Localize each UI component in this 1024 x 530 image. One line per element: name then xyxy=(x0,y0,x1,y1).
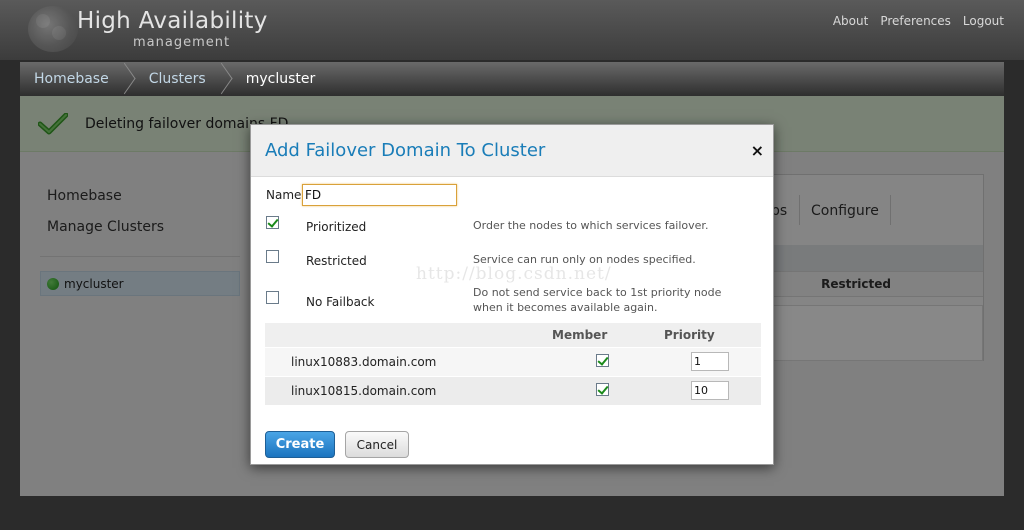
create-button[interactable]: Create xyxy=(265,431,335,458)
node-name: linux10815.domain.com xyxy=(291,384,437,398)
node-name: linux10883.domain.com xyxy=(291,355,437,369)
breadcrumb-separator xyxy=(220,62,232,96)
prioritized-description: Order the nodes to which services failov… xyxy=(473,219,709,232)
app-subtitle: management xyxy=(133,35,231,50)
breadcrumb-current: mycluster xyxy=(245,71,316,87)
restricted-checkbox[interactable] xyxy=(266,250,279,263)
restricted-label: Restricted xyxy=(306,254,367,268)
prioritized-label: Prioritized xyxy=(306,220,367,234)
preferences-link[interactable]: Preferences xyxy=(880,14,951,28)
top-banner: High Availability management About Prefe… xyxy=(0,0,1024,60)
cancel-button[interactable]: Cancel xyxy=(345,431,409,458)
about-link[interactable]: About xyxy=(833,14,868,28)
breadcrumb-homebase[interactable]: Homebase xyxy=(20,62,123,96)
top-links: About Preferences Logout xyxy=(833,14,1004,28)
watermark-text: http://blog.csdn.net/ xyxy=(416,264,612,284)
member-checkbox[interactable] xyxy=(596,383,609,396)
breadcrumb-clusters[interactable]: Clusters xyxy=(135,62,220,96)
add-failover-domain-dialog: Add Failover Domain To Cluster × Name Pr… xyxy=(250,124,774,465)
name-label: Name xyxy=(266,188,302,202)
table-row: linux10883.domain.com xyxy=(265,348,761,376)
app-title: High Availability xyxy=(77,8,268,34)
logout-link[interactable]: Logout xyxy=(963,14,1004,28)
member-checkbox[interactable] xyxy=(596,354,609,367)
column-priority: Priority xyxy=(664,328,715,342)
close-icon[interactable]: × xyxy=(751,141,764,160)
table-row: linux10815.domain.com xyxy=(265,377,761,405)
name-input[interactable] xyxy=(302,184,457,206)
prioritized-checkbox[interactable] xyxy=(266,216,279,229)
breadcrumb-separator xyxy=(123,62,135,96)
column-member: Member xyxy=(552,328,608,342)
priority-input[interactable] xyxy=(691,381,729,400)
dialog-header: Add Failover Domain To Cluster × xyxy=(251,125,773,177)
priority-input[interactable] xyxy=(691,352,729,371)
logo-icon xyxy=(28,6,78,52)
no-failback-description: Do not send service back to 1st priority… xyxy=(473,286,722,314)
dialog-title: Add Failover Domain To Cluster xyxy=(265,140,546,161)
no-failback-label: No Failback xyxy=(306,295,375,309)
no-failback-checkbox[interactable] xyxy=(266,291,279,304)
breadcrumb: Homebase Clusters mycluster xyxy=(20,62,1004,96)
members-table-header: Member Priority xyxy=(265,323,761,347)
